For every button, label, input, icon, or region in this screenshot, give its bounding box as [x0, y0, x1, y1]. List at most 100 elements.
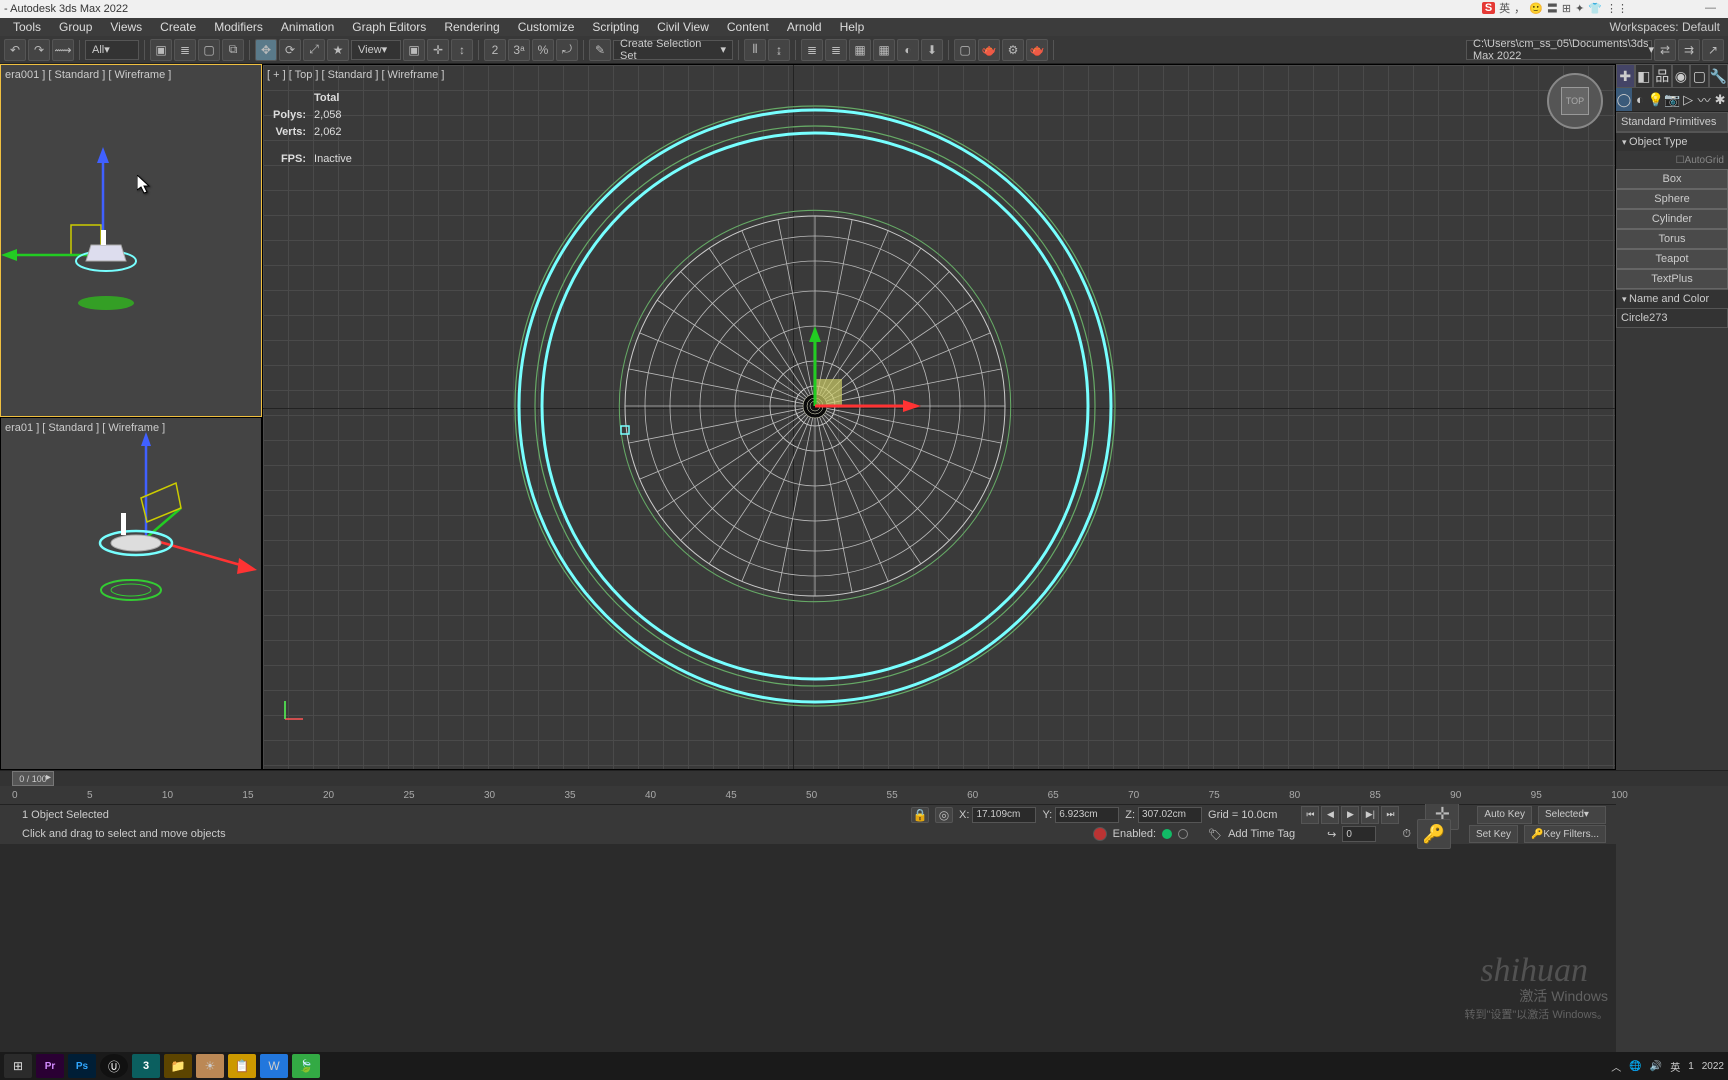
tray-date[interactable]: 2022 — [1702, 1061, 1724, 1072]
tab-motion[interactable]: ◉ — [1672, 64, 1691, 88]
render-prod-button[interactable]: 🫖 — [1026, 39, 1048, 61]
viewport-camera01[interactable]: era01 ] [ Standard ] [ Wireframe ] — [0, 417, 262, 770]
prev-frame-button[interactable]: ◀ — [1321, 806, 1339, 824]
keyboard-shortcuts-button[interactable]: ↕ — [451, 39, 473, 61]
select-name-button[interactable]: ≣ — [174, 39, 196, 61]
menu-group[interactable]: Group — [50, 20, 101, 34]
snap-2d-button[interactable]: 2 — [484, 39, 506, 61]
current-frame-input[interactable] — [1342, 826, 1376, 842]
setkey-button[interactable]: Set Key — [1469, 825, 1518, 843]
time-slider[interactable]: 0 / 100 ▸ — [0, 770, 1728, 786]
viewport-top[interactable]: [ + ] [ Top ] [ Standard ] [ Wireframe ]… — [262, 64, 1616, 770]
obj-cylinder[interactable]: Cylinder — [1616, 209, 1728, 229]
tag-icon[interactable]: 🏷 — [1208, 828, 1222, 841]
tab-hierarchy[interactable]: 品 — [1653, 64, 1672, 88]
viewport-label-1[interactable]: era001 ] [ Standard ] [ Wireframe ] — [5, 69, 171, 81]
create-cameras-icon[interactable]: 📷 — [1664, 88, 1680, 111]
menu-tools[interactable]: Tools — [4, 20, 50, 34]
viewport-label-2[interactable]: era01 ] [ Standard ] [ Wireframe ] — [5, 422, 165, 434]
mirror-button[interactable]: ⦀ — [744, 39, 766, 61]
path-btn3[interactable]: ↗ — [1702, 39, 1724, 61]
goto-start-button[interactable]: ⏮ — [1301, 806, 1319, 824]
rollout-object-type[interactable]: Object Type — [1616, 132, 1728, 151]
obj-box[interactable]: Box — [1616, 169, 1728, 189]
goto-end-button[interactable]: ⏭ — [1381, 806, 1399, 824]
tray-network-icon[interactable]: 🌐 — [1629, 1061, 1641, 1072]
rect-select-button[interactable]: ▢ — [198, 39, 220, 61]
task-window-icon[interactable]: ⊞ — [4, 1054, 32, 1078]
ime-lang[interactable]: 英 — [1499, 0, 1510, 16]
manipulate-button[interactable]: ✛ — [427, 39, 449, 61]
tab-utilities[interactable]: 🔧 — [1709, 64, 1728, 88]
time-play-icon[interactable]: ▸ — [46, 772, 56, 783]
task-photoshop[interactable]: Ps — [68, 1054, 96, 1078]
redo-button[interactable]: ↷ — [28, 39, 50, 61]
selected-dropdown[interactable]: Selected ▾ — [1538, 806, 1606, 824]
disabled-dot-icon[interactable] — [1178, 829, 1188, 839]
menu-views[interactable]: Views — [101, 20, 151, 34]
curve-editor-button[interactable]: ▦ — [849, 39, 871, 61]
primitive-dropdown[interactable]: Standard Primitives — [1616, 112, 1728, 132]
rotate-button[interactable]: ⟳ — [279, 39, 301, 61]
ime-kbl-icon[interactable]: 〓 — [1547, 0, 1558, 16]
workspace-selector[interactable]: Workspaces: Default — [1609, 20, 1728, 34]
minimize-icon[interactable]: — — [1697, 2, 1724, 14]
ime-style-icon[interactable]: 👕 — [1588, 2, 1602, 15]
layers-button[interactable]: ≣ — [801, 39, 823, 61]
task-premiere[interactable]: Pr — [36, 1054, 64, 1078]
task-explorer[interactable]: 📁 — [164, 1054, 192, 1078]
task-app-2[interactable]: 📋 — [228, 1054, 256, 1078]
task-app-3[interactable]: W — [260, 1054, 288, 1078]
task-3dsmax[interactable]: 3 — [132, 1054, 160, 1078]
snap-angle-button[interactable]: 3ᵃ — [508, 39, 530, 61]
viewport-label-3[interactable]: [ + ] [ Top ] [ Standard ] [ Wireframe ] — [267, 69, 444, 81]
select-object-button[interactable]: ▣ — [150, 39, 172, 61]
tray-ime[interactable]: 英 — [1670, 1059, 1680, 1074]
next-frame-button[interactable]: ▶| — [1361, 806, 1379, 824]
obj-sphere[interactable]: Sphere — [1616, 189, 1728, 209]
keyfilters-button[interactable]: 🔑 Key Filters... — [1524, 825, 1606, 843]
menu-arnold[interactable]: Arnold — [778, 20, 831, 34]
material-editor-button[interactable]: ◐ — [897, 39, 919, 61]
project-path[interactable]: C:\Users\cm_ss_05\Documents\3ds Max 2022… — [1466, 40, 1652, 60]
filter-combo[interactable]: All ▾ — [85, 40, 139, 60]
ime-badge[interactable]: S — [1482, 2, 1495, 14]
lock-selection-icon[interactable]: 🔒 — [911, 807, 929, 823]
undo-button[interactable]: ↶ — [4, 39, 26, 61]
track-bar[interactable]: 0510 152025 303540 455055 606570 758085 … — [0, 786, 1728, 804]
add-time-tag[interactable]: Add Time Tag — [1228, 828, 1295, 840]
menu-modifiers[interactable]: Modifiers — [205, 20, 272, 34]
align-button[interactable]: ↨ — [768, 39, 790, 61]
coord-y[interactable]: Y: — [1042, 807, 1119, 823]
menu-customize[interactable]: Customize — [509, 20, 584, 34]
task-app-1[interactable]: ☀ — [196, 1054, 224, 1078]
rollout-name-color[interactable]: Name and Color — [1616, 289, 1728, 308]
key-button[interactable]: 🔑 — [1417, 819, 1451, 849]
move-button[interactable]: ✥ — [255, 39, 277, 61]
placement-button[interactable]: ★ — [327, 39, 349, 61]
task-app-4[interactable]: 🍃 — [292, 1054, 320, 1078]
layer-explorer-button[interactable]: ≣ — [825, 39, 847, 61]
key-mode-icon[interactable]: ↪ — [1327, 828, 1336, 841]
ime-more-icon[interactable]: ⋮⋮ — [1606, 2, 1628, 15]
time-config-icon[interactable]: ⏱ — [1402, 828, 1411, 841]
spinner-snap-button[interactable]: ⤾ — [556, 39, 578, 61]
coord-x[interactable]: X: — [959, 807, 1036, 823]
object-name-field[interactable]: Circle273 — [1616, 308, 1728, 328]
create-lights-icon[interactable]: 💡 — [1648, 88, 1664, 111]
create-geometry-icon[interactable]: ◯ — [1616, 88, 1632, 111]
render-button[interactable]: 🫖 — [978, 39, 1000, 61]
viewcube[interactable]: TOP — [1547, 73, 1603, 129]
path-btn2[interactable]: ⇉ — [1678, 39, 1700, 61]
pivot-button[interactable]: ▣ — [403, 39, 425, 61]
menu-rendering[interactable]: Rendering — [435, 20, 508, 34]
viewport-camera001[interactable]: era001 ] [ Standard ] [ Wireframe ] — [0, 64, 262, 417]
create-spacewarps-icon[interactable]: 〰 — [1696, 88, 1712, 111]
link-button[interactable]: ⟿ — [52, 39, 74, 61]
enabled-dot-icon[interactable] — [1162, 829, 1172, 839]
obj-teapot[interactable]: Teapot — [1616, 249, 1728, 269]
refcoord-combo[interactable]: View ▾ — [351, 40, 401, 60]
tray-chevron-icon[interactable]: ︿ — [1611, 1059, 1621, 1074]
menu-civilview[interactable]: Civil View — [648, 20, 718, 34]
ime-star-icon[interactable]: ✦ — [1575, 2, 1584, 15]
